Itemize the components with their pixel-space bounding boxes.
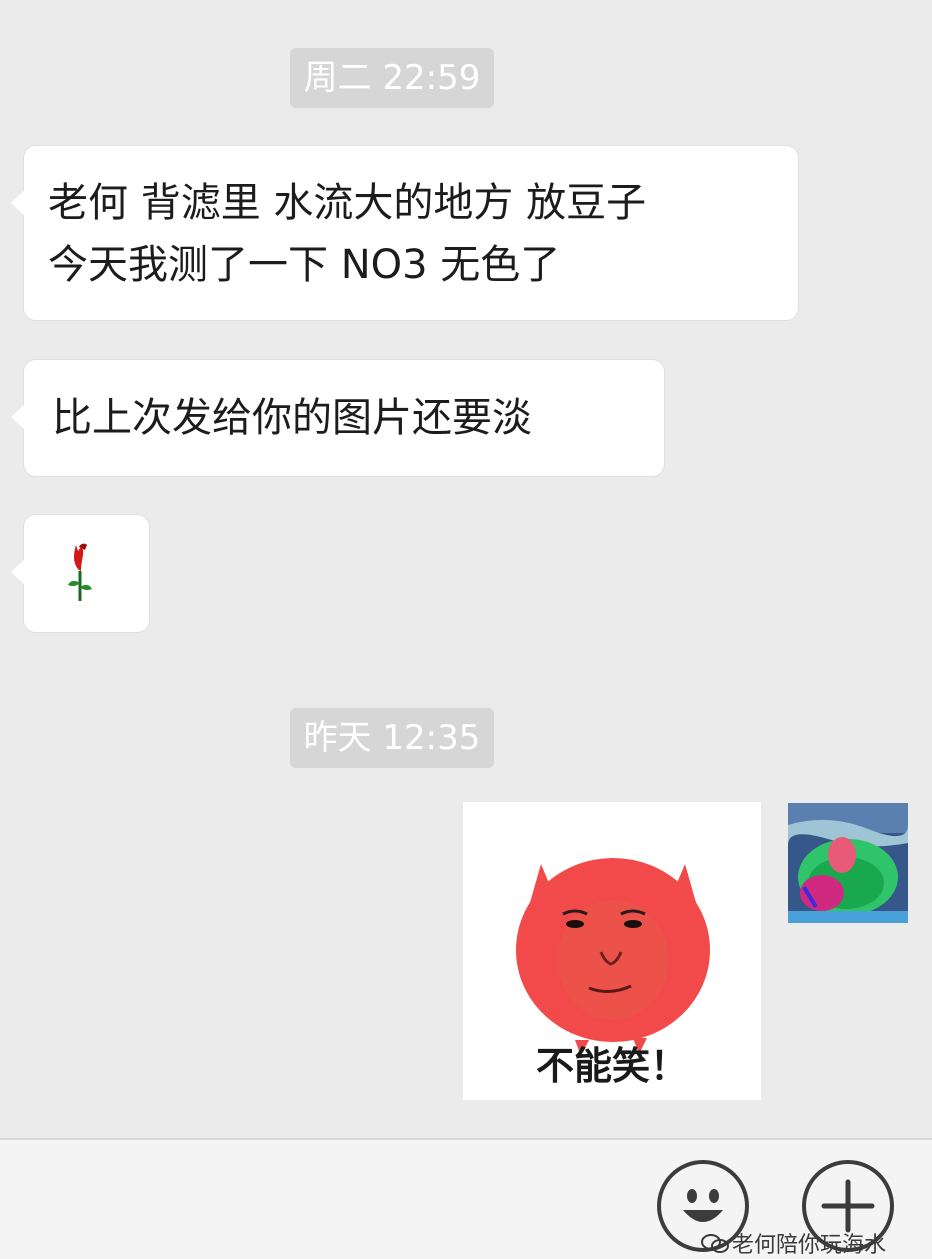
sticker-caption: 不能笑！ xyxy=(535,1044,688,1088)
message-text: 今天我测了一下 NO3 无色了 xyxy=(48,242,561,288)
timestamp: 周二 22:59 xyxy=(290,48,494,108)
wechat-icon xyxy=(700,1232,732,1257)
message-bubble-incoming[interactable]: 比上次发给你的图片还要淡 xyxy=(11,360,664,476)
message-text: 比上次发给你的图片还要淡 xyxy=(52,395,532,441)
message-text: 老何 背滤里 水流大的地方 放豆子 xyxy=(48,180,647,226)
rose-icon xyxy=(68,543,92,601)
watermark-text: 老何陪你玩海水 xyxy=(732,1233,887,1257)
timestamp: 昨天 12:35 xyxy=(290,708,494,768)
message-bubble-incoming[interactable]: 老何 背滤里 水流大的地方 放豆子 今天我测了一下 NO3 无色了 xyxy=(11,146,798,320)
coral-icon xyxy=(788,803,908,923)
sticker-message[interactable]: 不能笑！ xyxy=(463,802,761,1100)
watermark: 老何陪你玩海水 xyxy=(700,1232,932,1257)
message-bubble-incoming[interactable] xyxy=(11,515,149,632)
coral-avatar[interactable] xyxy=(788,803,908,923)
